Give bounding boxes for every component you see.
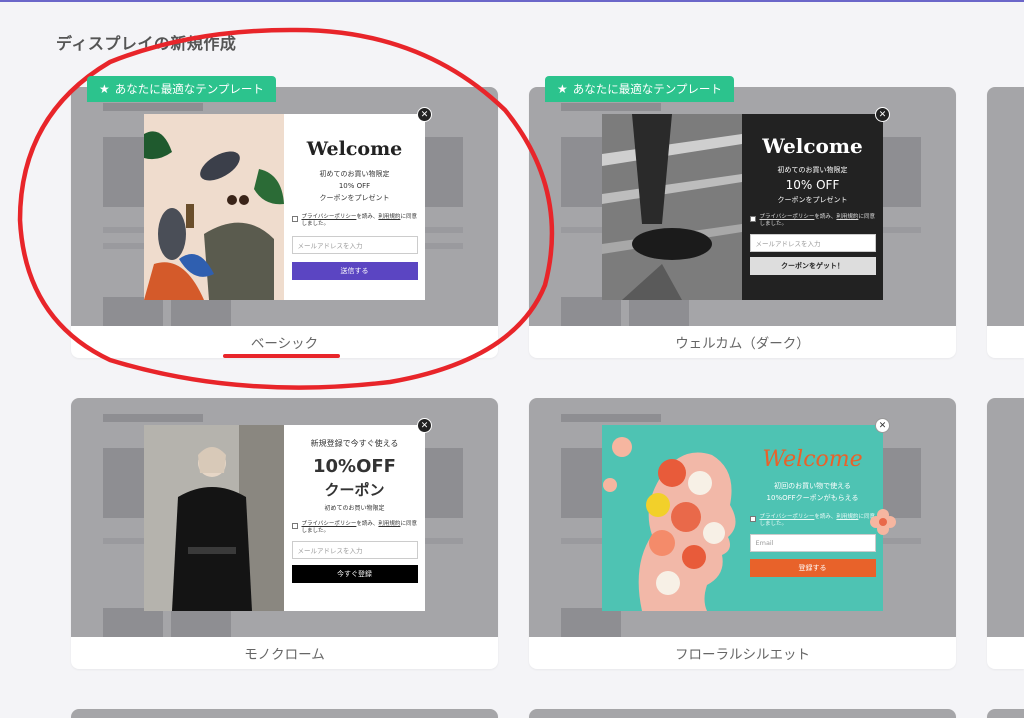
template-preview[interactable] [529,709,956,718]
badge-label: あなたに最適なテンプレート [114,82,264,96]
submit-button: 今すぐ登録 [291,565,418,583]
template-card-welcome-dark[interactable]: ✕ Welcome 初めてのお買い物限定 10% OFF クーポンをプレゼント [529,87,956,358]
close-icon: ✕ [417,418,432,433]
red-underline-annotation [223,354,340,358]
star-icon: ★ [99,82,110,96]
popup-preview: ✕ Welcome 初めてのお買い物限定 10% OFF クーポンをプレゼント [602,107,890,300]
consent-row: プライバシーポリシーを読み、利用規約に同意しました。 [291,521,418,535]
template-card-partial[interactable] [529,709,956,718]
popup-line2: 10% OFF [785,178,840,192]
template-preview[interactable] [987,709,1024,718]
popup-line1: 10%OFF [313,456,396,477]
template-name: ウェルカム（ダーク） [675,336,810,352]
consent-checkbox [291,523,298,529]
popup-preview: ✕ Welcome 初めてのお買い物限定 10% OFF クーポンをプレゼント … [144,107,432,300]
top-accent-line [0,0,1024,2]
close-icon: ✕ [417,107,432,122]
popup-line2: 10% OFF [338,182,371,190]
email-field: メールアドレスを入力 [291,236,418,254]
popup-preview: ✕ Welcome 初回のお買い物で使える 10%OFFクーポンがもらえる プラ… [602,418,896,611]
popup-heading: Welcome [762,134,863,158]
popup-line0: 新規登録で今すぐ使える [310,439,399,448]
template-card-partial[interactable] [71,709,498,718]
template-preview[interactable] [71,709,498,718]
flower-decoration [870,509,896,535]
floral-silhouette-image [602,425,752,611]
consent-checkbox [749,516,756,522]
template-name: モノクローム [244,647,325,663]
recommended-badge: ★ あなたに最適なテンプレート [545,76,734,102]
template-name: フローラルシルエット [675,647,810,663]
popup-line1: 初めてのお買い物限定 [777,166,848,174]
consent-row: プライバシーポリシーを読み、利用規約に同意しました。 [749,214,876,228]
model-photo [144,425,284,611]
template-card-floral-silhouette[interactable]: ✕ Welcome 初回のお買い物で使える 10%OFFクーポンがもらえる プラ… [529,398,956,669]
template-preview[interactable]: ✕ 新規登録で今すぐ使える 10%OFF クーポン 初めてのお買い物限定 プライ… [71,398,498,637]
template-preview[interactable]: ✕ Welcome 初回のお買い物で使える 10%OFFクーポンがもらえる プラ… [529,398,956,637]
popup-line3: クーポンをプレゼント [319,194,390,202]
email-field: メールアドレスを入力 [749,234,876,252]
consent-row: プライバシーポリシーを読み、利用規約に同意しました。 [291,214,418,228]
popup-line1: 初めてのお買い物限定 [319,170,390,178]
template-preview[interactable]: ✕ Welcome 初めてのお買い物限定 10% OFF クーポンをプレゼント … [71,87,498,326]
template-preview[interactable]: ✕ Welcome 初めてのお買い物限定 10% OFF クーポンをプレゼント [529,87,956,326]
close-icon: ✕ [875,418,890,433]
recommended-badge: ★ あなたに最適なテンプレート [87,76,276,102]
close-icon: ✕ [875,107,890,122]
star-icon: ★ [557,82,568,96]
email-field: メールアドレスを入力 [291,541,418,559]
consent-checkbox [291,216,298,222]
template-card-monochrome[interactable]: ✕ 新規登録で今すぐ使える 10%OFF クーポン 初めてのお買い物限定 プライ… [71,398,498,669]
consent-row: プライバシーポリシーを読み、利用規約に同意しました。 [749,514,876,528]
consent-checkbox [749,216,756,222]
template-preview[interactable] [987,398,1024,637]
submit-button: 登録する [749,559,876,577]
sneaker-photo [602,114,742,300]
template-preview[interactable] [987,87,1024,326]
submit-button: クーポンをゲット！ [749,257,876,275]
template-card-partial[interactable] [987,709,1024,718]
template-card-basic[interactable]: ✕ Welcome 初めてのお買い物限定 10% OFF クーポンをプレゼント … [71,87,498,358]
template-card-partial[interactable] [987,398,1024,669]
popup-line1: 初回のお買い物で使える [774,482,851,490]
popup-preview: ✕ 新規登録で今すぐ使える 10%OFF クーポン 初めてのお買い物限定 プライ… [144,418,432,611]
popup-line3: 初めてのお買い物限定 [324,505,385,512]
badge-label: あなたに最適なテンプレート [572,82,722,96]
popup-heading: Welcome [762,447,863,472]
popup-line3: クーポンをプレゼント [777,196,848,204]
product-photo [144,114,284,300]
submit-button: 送信する [291,262,418,280]
popup-line2: 10%OFFクーポンがもらえる [766,494,859,502]
popup-heading: Welcome [306,138,403,160]
popup-line2: クーポン [324,481,385,499]
page-title: ディスプレイの新規作成 [56,34,237,53]
template-card-partial[interactable] [987,87,1024,358]
email-field: Email [749,534,876,552]
